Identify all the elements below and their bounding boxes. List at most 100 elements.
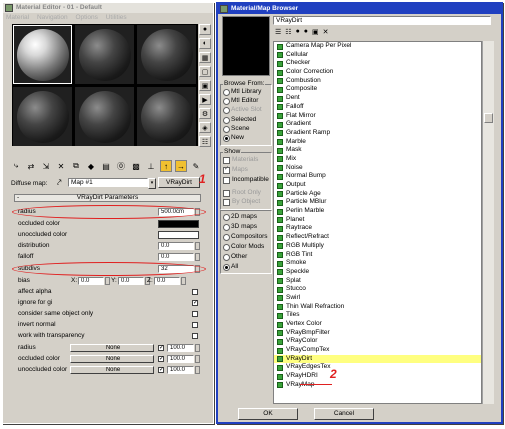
put-to-scene-icon[interactable]: ⇄ (25, 160, 37, 172)
category-all[interactable]: All (223, 263, 238, 271)
param-map-button[interactable]: None (70, 355, 154, 363)
map-list-item[interactable]: RGB Multiply (274, 242, 481, 251)
map-list-item[interactable]: VRayColor (274, 337, 481, 346)
pick-material-icon[interactable]: ✎ (190, 160, 202, 172)
browse-from-selected[interactable]: Selected (223, 116, 256, 124)
sample-slot[interactable] (75, 87, 134, 146)
param-checkbox[interactable]: ✓ (192, 300, 198, 306)
map-list-item[interactable]: Vertex Color (274, 320, 481, 329)
map-list-item[interactable]: Dent (274, 94, 481, 103)
map-list-item[interactable]: Thin Wall Refraction (274, 303, 481, 312)
sample-type-icon[interactable]: ● (199, 24, 211, 35)
go-forward-icon[interactable]: → (175, 160, 187, 172)
map-list-item[interactable]: VRayCompTex (274, 346, 481, 355)
sample-slot[interactable] (75, 25, 134, 84)
bias-y-field[interactable]: 0.0 (118, 277, 144, 285)
map-list-item[interactable]: Gradient (274, 120, 481, 129)
assign-material-icon[interactable]: ⇲ (40, 160, 52, 172)
menu-options[interactable]: Options (75, 14, 97, 21)
go-to-parent-icon[interactable]: ↑ (160, 160, 172, 172)
browser-search-field[interactable]: VRayDirt (273, 16, 491, 25)
map-list-item[interactable]: Noise (274, 164, 481, 173)
video-check-icon[interactable]: ▣ (199, 80, 211, 91)
map-list-item[interactable]: VRayBmpFilter (274, 329, 481, 338)
view-list-icon[interactable]: ☰ (275, 28, 281, 38)
param-checkbox[interactable] (192, 322, 198, 328)
map-list-item[interactable]: Reflect/Refract (274, 233, 481, 242)
category-2d-maps[interactable]: 2D maps (223, 213, 257, 221)
option-by-object[interactable]: By Object (223, 198, 260, 206)
map-list-item[interactable]: Flat Mirror (274, 112, 481, 121)
ok-button[interactable]: OK (238, 408, 298, 420)
map-list-item[interactable]: Raytrace (274, 224, 481, 233)
param-map-amount[interactable]: 100.0 (167, 355, 194, 363)
sample-slot[interactable] (137, 87, 196, 146)
param-spinner[interactable] (195, 242, 200, 250)
make-preview-icon[interactable]: ▶ (199, 94, 211, 105)
map-list-item[interactable]: VRayHDRI (274, 372, 481, 381)
bias-z-spinner[interactable] (181, 277, 186, 285)
menu-navigation[interactable]: Navigation (37, 14, 68, 21)
map-list-item[interactable]: Perlin Marble (274, 207, 481, 216)
map-list-item[interactable]: RGB Tint (274, 251, 481, 260)
show-map-icon[interactable]: ▩ (130, 160, 142, 172)
sample-slot[interactable] (137, 25, 196, 84)
map-list-item[interactable]: VRayEdgesTex (274, 363, 481, 372)
eyedropper-icon[interactable]: ⤤ (57, 178, 62, 188)
option-root-only[interactable]: Root Only (223, 189, 261, 197)
param-map-button[interactable]: None (70, 366, 154, 374)
category-compositors[interactable]: Compositors (223, 233, 267, 241)
map-list-item[interactable]: Stucco (274, 285, 481, 294)
put-to-library-icon[interactable]: ▤ (100, 160, 112, 172)
map-list-item[interactable]: Camera Map Per Pixel (274, 42, 481, 51)
category-3d-maps[interactable]: 3D maps (223, 223, 257, 231)
reset-map-icon[interactable]: ✕ (55, 160, 67, 172)
param-color-swatch[interactable] (158, 220, 199, 228)
param-map-checkbox[interactable]: ✓ (158, 345, 164, 351)
map-list-item[interactable]: Splat (274, 277, 481, 286)
param-checkbox[interactable] (192, 311, 198, 317)
update-scene-icon[interactable]: ▣ (312, 28, 319, 38)
map-list-item[interactable]: Particle MBlur (274, 198, 481, 207)
view-small-icons-icon[interactable]: ● (296, 28, 300, 38)
map-list-item[interactable]: Tiles (274, 311, 481, 320)
select-by-material-icon[interactable]: ◈ (199, 122, 211, 133)
browse-from-new[interactable]: New (223, 134, 244, 142)
bias-x-spinner[interactable] (105, 277, 110, 285)
options-icon[interactable]: ⚙ (199, 108, 211, 119)
get-material-icon[interactable]: ⤷ (10, 160, 22, 172)
map-list-item[interactable]: Particle Age (274, 190, 481, 199)
browser-titlebar[interactable]: Material/Map Browser (218, 4, 501, 14)
map-list-item[interactable]: Composite (274, 85, 481, 94)
map-list-item[interactable]: Combustion (274, 77, 481, 86)
param-map-button[interactable]: None (70, 344, 154, 352)
category-other[interactable]: Other (223, 253, 247, 261)
param-color-swatch[interactable] (158, 231, 199, 239)
make-copy-icon[interactable]: ⧉ (70, 160, 82, 172)
view-list-icons-icon[interactable]: ☷ (285, 28, 291, 38)
map-list-item[interactable]: Cellular (274, 51, 481, 60)
view-large-icons-icon[interactable]: ● (304, 28, 308, 38)
show-maps[interactable]: Maps (223, 165, 248, 174)
map-type-button[interactable]: VRayDirt (158, 177, 200, 188)
material-navigator-icon[interactable]: ☷ (199, 136, 211, 147)
param-spinner[interactable] (195, 253, 200, 261)
param-map-amount[interactable]: 100.0 (167, 344, 194, 352)
cancel-button[interactable]: Cancel (314, 408, 374, 420)
backlight-icon[interactable]: ◐ (199, 38, 211, 49)
map-list-item[interactable]: Output (274, 181, 481, 190)
browse-from-mtl-editor[interactable]: Mtl Editor (223, 97, 258, 106)
map-list-item[interactable]: Falloff (274, 103, 481, 112)
param-map-spinner[interactable] (195, 344, 200, 352)
show-incompatible[interactable]: Incompatible (223, 176, 269, 184)
rollout-header[interactable]: - VRayDirt Parameters (14, 194, 201, 202)
map-list-item[interactable]: Marble (274, 138, 481, 147)
map-list-item[interactable]: VRayDirt (274, 354, 481, 364)
param-map-amount[interactable]: 100.0 (167, 366, 194, 374)
uv-tiling-icon[interactable]: ▢ (199, 66, 211, 77)
param-checkbox[interactable] (192, 289, 198, 295)
sample-slot[interactable] (13, 87, 72, 146)
map-list-scrollbar[interactable] (482, 41, 494, 404)
param-map-spinner[interactable] (195, 355, 200, 363)
map-list-item[interactable]: Planet (274, 216, 481, 225)
